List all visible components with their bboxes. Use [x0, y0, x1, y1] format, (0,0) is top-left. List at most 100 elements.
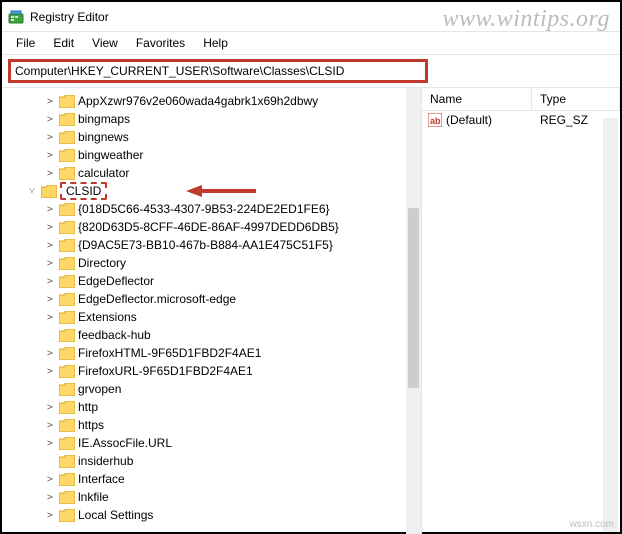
- menu-help[interactable]: Help: [195, 34, 236, 52]
- tree-node-clsid[interactable]: ˅ CLSID: [26, 182, 419, 200]
- expand-icon[interactable]: >: [44, 402, 56, 413]
- tree-node[interactable]: >grvopen: [44, 380, 419, 398]
- expand-icon[interactable]: >: [44, 204, 56, 215]
- column-header-name[interactable]: Name: [422, 88, 532, 110]
- folder-icon: [59, 293, 75, 306]
- expand-icon[interactable]: >: [44, 150, 56, 161]
- expand-icon[interactable]: >: [44, 438, 56, 449]
- registry-tree[interactable]: >AppXzwr976v2e060wada4gabrk1x69h2dbwy>bi…: [4, 92, 419, 524]
- expand-icon[interactable]: >: [44, 222, 56, 233]
- tree-node[interactable]: > calculator: [44, 164, 419, 182]
- expand-icon[interactable]: >: [44, 96, 56, 107]
- tree-node-label: AppXzwr976v2e060wada4gabrk1x69h2dbwy: [78, 94, 318, 108]
- folder-icon: [59, 95, 75, 108]
- expand-icon[interactable]: >: [44, 366, 56, 377]
- tree-node-label: feedback-hub: [78, 328, 151, 342]
- folder-icon: [59, 437, 75, 450]
- tree-node-label: {820D63D5-8CFF-46DE-86AF-4997DEDD6DB5}: [78, 220, 339, 234]
- collapse-icon[interactable]: ˅: [26, 186, 38, 197]
- expand-icon[interactable]: >: [44, 114, 56, 125]
- tree-scrollbar[interactable]: [406, 88, 421, 534]
- folder-icon: [59, 473, 75, 486]
- expand-icon[interactable]: >: [44, 276, 56, 287]
- tree-node-label: EdgeDeflector: [78, 274, 154, 288]
- tree-pane: >AppXzwr976v2e060wada4gabrk1x69h2dbwy>bi…: [2, 88, 422, 534]
- expand-icon[interactable]: >: [44, 492, 56, 503]
- tree-node-label: calculator: [78, 166, 129, 180]
- folder-icon: [59, 455, 75, 468]
- tree-node-label: {D9AC5E73-BB10-467b-B884-AA1E475C51F5}: [78, 238, 333, 252]
- expand-icon[interactable]: >: [44, 258, 56, 269]
- tree-node[interactable]: > {D9AC5E73-BB10-467b-B884-AA1E475C51F5}: [44, 236, 419, 254]
- tree-node-label: bingweather: [78, 148, 143, 162]
- tree-node[interactable]: > Extensions: [44, 308, 419, 326]
- annotation-arrow: [186, 183, 256, 199]
- expand-icon[interactable]: >: [44, 168, 56, 179]
- menu-view[interactable]: View: [84, 34, 126, 52]
- folder-icon: [59, 203, 75, 216]
- tree-node[interactable]: > https: [44, 416, 419, 434]
- tree-node[interactable]: >lnkfile: [44, 488, 419, 506]
- tree-node[interactable]: >IE.AssocFile.URL: [44, 434, 419, 452]
- expand-icon[interactable]: >: [44, 294, 56, 305]
- folder-icon: [59, 383, 75, 396]
- expand-icon[interactable]: >: [44, 474, 56, 485]
- tree-node[interactable]: > bingweather: [44, 146, 419, 164]
- tree-node[interactable]: > Local Settings: [44, 506, 419, 524]
- tree-node[interactable]: > FirefoxURL-9F65D1FBD2F4AE1: [44, 362, 419, 380]
- tree-node[interactable]: >{018D5C66-4533-4307-9B53-224DE2ED1FE6}: [44, 200, 419, 218]
- tree-node[interactable]: >bingnews: [44, 128, 419, 146]
- tree-node[interactable]: >http: [44, 398, 419, 416]
- source-watermark: wsxn.com: [570, 519, 614, 530]
- menu-favorites[interactable]: Favorites: [128, 34, 193, 52]
- folder-icon: [59, 149, 75, 162]
- tree-node-label: CLSID: [60, 182, 107, 200]
- expand-icon[interactable]: >: [44, 132, 56, 143]
- tree-node[interactable]: > FirefoxHTML-9F65D1FBD2F4AE1: [44, 344, 419, 362]
- expand-icon[interactable]: >: [44, 312, 56, 323]
- tree-node-label: Directory: [78, 256, 126, 270]
- value-row[interactable]: ab(Default)REG_SZ: [422, 111, 620, 129]
- tree-node[interactable]: > {820D63D5-8CFF-46DE-86AF-4997DEDD6DB5}: [44, 218, 419, 236]
- expand-icon[interactable]: >: [44, 510, 56, 521]
- folder-icon: [59, 347, 75, 360]
- expand-icon[interactable]: >: [44, 420, 56, 431]
- tree-node-label: https: [78, 418, 104, 432]
- tree-node-label: FirefoxHTML-9F65D1FBD2F4AE1: [78, 346, 261, 360]
- tree-node[interactable]: > Interface: [44, 470, 419, 488]
- string-value-icon: ab: [428, 113, 442, 127]
- menu-file[interactable]: File: [8, 34, 43, 52]
- tree-node-label: Extensions: [78, 310, 137, 324]
- values-header: Name Type: [422, 88, 620, 111]
- tree-node[interactable]: > Directory: [44, 254, 419, 272]
- folder-icon: [59, 167, 75, 180]
- tree-node[interactable]: >feedback-hub: [44, 326, 419, 344]
- tree-node-label: Local Settings: [78, 508, 153, 522]
- tree-node[interactable]: > EdgeDeflector: [44, 272, 419, 290]
- tree-node-label: grvopen: [78, 382, 121, 396]
- tree-node[interactable]: >bingmaps: [44, 110, 419, 128]
- svg-text:ab: ab: [430, 116, 441, 126]
- values-scrollbar[interactable]: [603, 118, 618, 532]
- tree-node-label: Interface: [78, 472, 125, 486]
- scrollbar-thumb[interactable]: [408, 208, 419, 388]
- expand-icon[interactable]: >: [44, 348, 56, 359]
- addressbar-container: Computer\HKEY_CURRENT_USER\Software\Clas…: [2, 55, 620, 88]
- values-pane: Name Type ab(Default)REG_SZ: [422, 88, 620, 534]
- tree-node-label: insiderhub: [78, 454, 133, 468]
- tree-node-label: FirefoxURL-9F65D1FBD2F4AE1: [78, 364, 253, 378]
- folder-icon: [59, 401, 75, 414]
- regedit-icon: [8, 9, 24, 25]
- folder-icon: [59, 275, 75, 288]
- folder-icon: [59, 131, 75, 144]
- menu-edit[interactable]: Edit: [45, 34, 82, 52]
- address-input[interactable]: Computer\HKEY_CURRENT_USER\Software\Clas…: [8, 59, 428, 83]
- tree-node[interactable]: > AppXzwr976v2e060wada4gabrk1x69h2dbwy: [44, 92, 419, 110]
- folder-icon: [59, 311, 75, 324]
- menubar: File Edit View Favorites Help: [2, 32, 620, 55]
- tree-node[interactable]: >insiderhub: [44, 452, 419, 470]
- column-header-type[interactable]: Type: [532, 88, 620, 110]
- folder-icon: [59, 491, 75, 504]
- expand-icon[interactable]: >: [44, 240, 56, 251]
- tree-node[interactable]: >EdgeDeflector.microsoft-edge: [44, 290, 419, 308]
